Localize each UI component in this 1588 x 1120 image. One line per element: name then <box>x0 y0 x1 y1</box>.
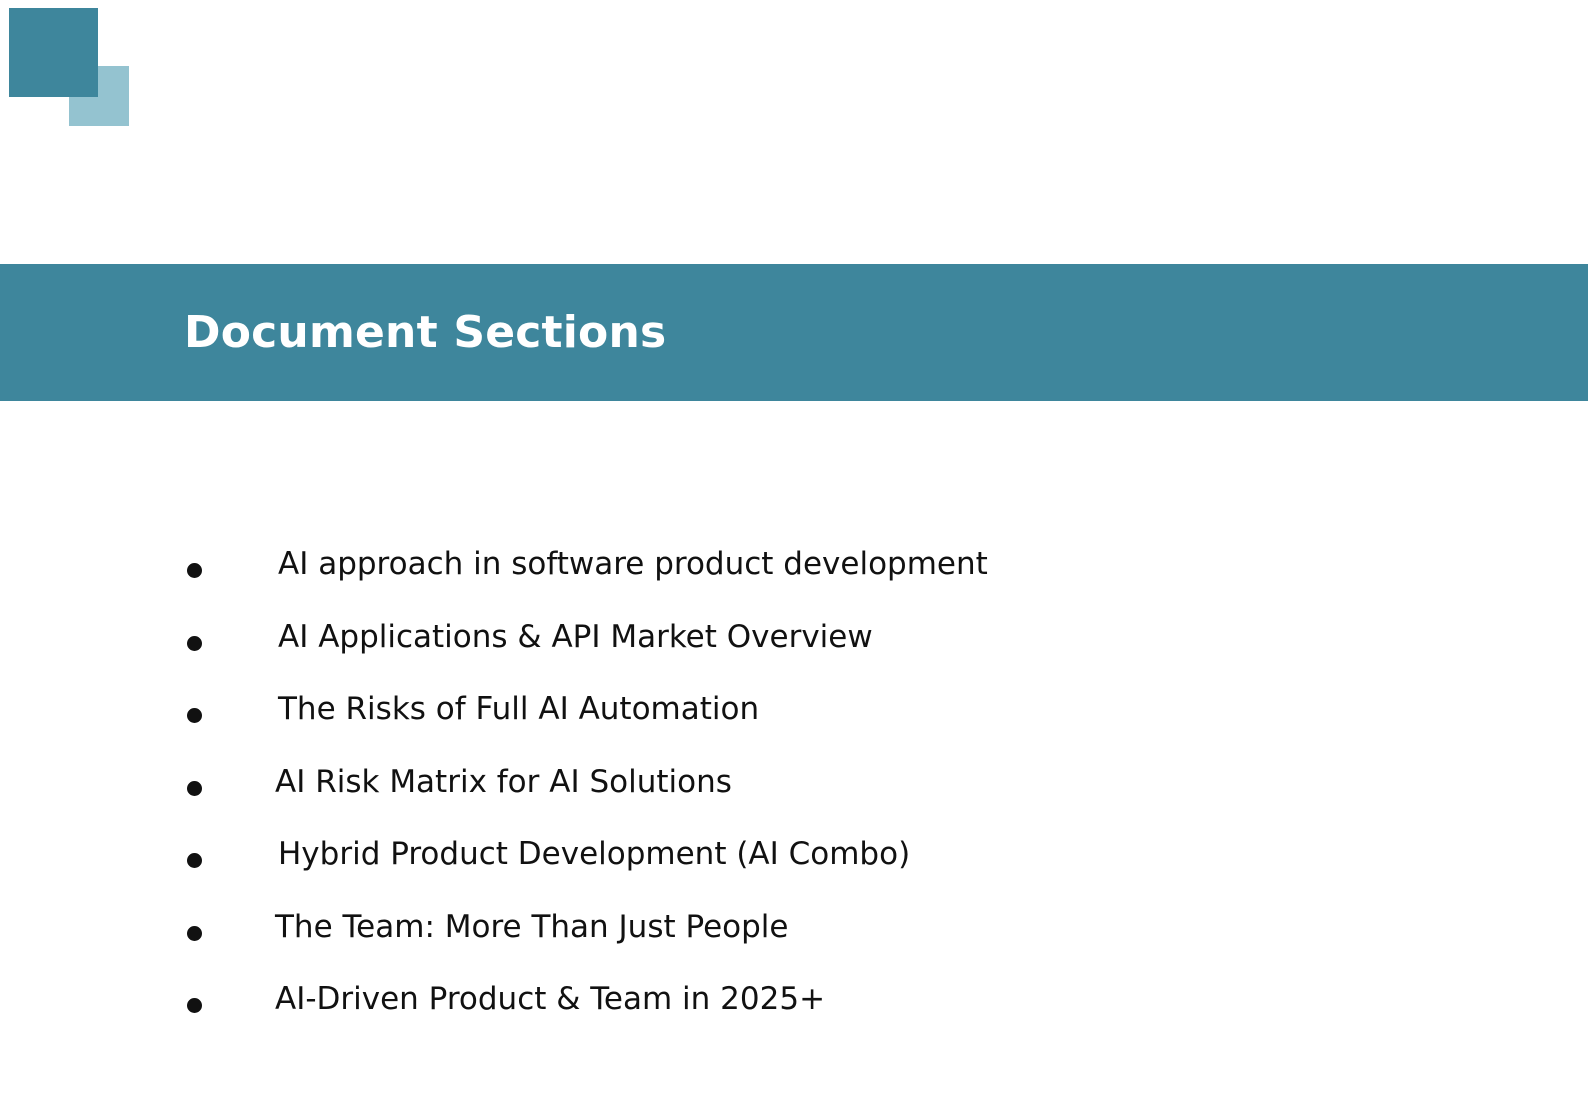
title-banner: Document Sections <box>0 264 1588 401</box>
section-label: The Team: More Than Just People <box>275 908 789 945</box>
section-label: Hybrid Product Development (AI Combo) <box>278 836 911 872</box>
bullet-icon <box>187 563 202 578</box>
bullet-icon <box>187 708 202 723</box>
page-title: Document Sections <box>184 307 667 358</box>
section-label: AI Risk Matrix for AI Solutions <box>275 763 732 800</box>
slide-page: Document Sections AI approach in softwar… <box>0 0 1588 1120</box>
section-label: AI-Driven Product & Team in 2025+ <box>275 981 826 1017</box>
bullet-icon <box>187 925 202 941</box>
bullet-icon <box>187 780 202 796</box>
logo-square-dark <box>9 8 98 97</box>
section-label: AI approach in software product developm… <box>278 546 988 582</box>
section-label: The Risks of Full AI Automation <box>278 691 760 727</box>
section-label: AI Applications & API Market Overview <box>278 618 873 655</box>
bullet-icon <box>187 635 202 651</box>
bullet-icon <box>187 853 202 868</box>
bullet-icon <box>187 998 202 1013</box>
